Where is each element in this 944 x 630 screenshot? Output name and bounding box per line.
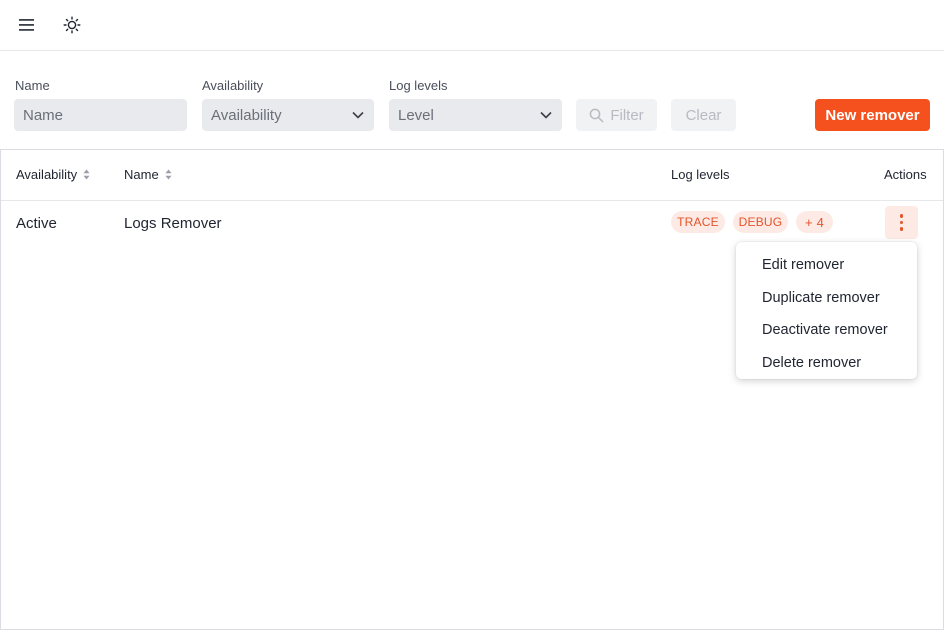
sort-icon[interactable] [83, 169, 90, 180]
name-cell: Logs Remover [124, 215, 222, 232]
column-header-actions: Actions [884, 167, 927, 182]
column-header-label: Availability [16, 167, 78, 182]
clear-button-label: Clear [685, 106, 722, 124]
name-filter-input[interactable] [14, 99, 187, 131]
new-remover-button-label: New remover [825, 106, 920, 124]
filter-bar: Name Availability Availability Log level… [0, 51, 944, 149]
more-levels-badge[interactable]: + 4 [796, 211, 833, 233]
clear-button[interactable]: Clear [671, 99, 736, 131]
column-header-log-levels: Log levels [671, 167, 730, 182]
availability-select[interactable]: Availability [202, 99, 374, 131]
hamburger-menu-icon[interactable] [13, 11, 41, 39]
filter-button-label: Filter [610, 106, 644, 124]
table-header: Availability Name Log levels Actions [1, 150, 943, 201]
chevron-down-icon [540, 111, 552, 119]
log-level-select-value: Level [398, 106, 434, 124]
sort-icon[interactable] [165, 169, 172, 180]
kebab-dot [899, 214, 904, 218]
column-header-name[interactable]: Name [124, 167, 172, 182]
column-header-availability[interactable]: Availability [16, 167, 90, 182]
top-bar [0, 0, 944, 51]
search-icon [589, 108, 604, 122]
row-actions-menu: Edit remover Duplicate remover Deactivat… [736, 242, 917, 379]
log-levels-filter-label: Log levels [389, 78, 448, 93]
availability-cell: Active [16, 215, 57, 232]
log-level-tag: DEBUG [733, 211, 788, 233]
kebab-dot [899, 220, 904, 225]
column-header-label: Name [124, 167, 159, 182]
menu-item-duplicate-remover[interactable]: Duplicate remover [736, 282, 917, 315]
table-row[interactable]: Active Logs Remover TRACE DEBUG + 4 [1, 201, 943, 245]
availability-filter-label: Availability [202, 78, 264, 93]
column-header-label: Actions [884, 167, 927, 182]
filter-button[interactable]: Filter [576, 99, 657, 131]
name-filter-label: Name [15, 78, 50, 93]
row-actions-button[interactable] [885, 206, 918, 239]
menu-item-deactivate-remover[interactable]: Deactivate remover [736, 314, 917, 347]
new-remover-button[interactable]: New remover [815, 99, 930, 131]
column-header-label: Log levels [671, 167, 730, 182]
chevron-down-icon [352, 111, 364, 119]
log-level-select[interactable]: Level [389, 99, 562, 131]
menu-item-delete-remover[interactable]: Delete remover [736, 347, 917, 380]
removers-table: Availability Name Log levels Actions Act… [0, 149, 944, 630]
log-level-tag: TRACE [671, 211, 725, 233]
sun-icon[interactable] [58, 11, 86, 39]
kebab-dot [899, 227, 904, 231]
availability-select-value: Availability [211, 106, 282, 124]
menu-item-edit-remover[interactable]: Edit remover [736, 249, 917, 282]
